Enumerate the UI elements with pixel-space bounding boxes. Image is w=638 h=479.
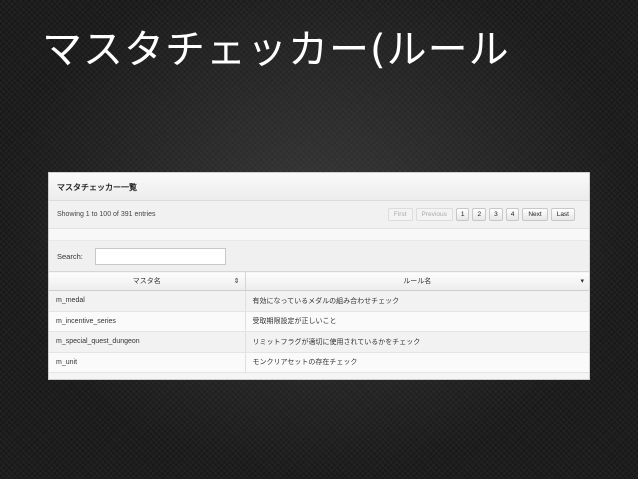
cell-rule: モンクリアセットの存在チェック xyxy=(245,352,589,373)
page-4-button[interactable]: 4 xyxy=(505,208,520,221)
panel-header: マスタチェッカー一覧 xyxy=(49,173,589,201)
cell-master: m_medal xyxy=(49,290,246,312)
page-1-button[interactable]: 1 xyxy=(455,208,470,221)
cell-master: m_special_quest_dungeon xyxy=(49,331,246,353)
page-3-button[interactable]: 3 xyxy=(489,208,503,221)
search-label: Search: xyxy=(57,251,83,261)
spacer xyxy=(49,229,589,241)
search-bar: Search: xyxy=(49,241,589,271)
previous-page-button[interactable]: Previous xyxy=(415,208,453,221)
table-row[interactable]: m_unit モンクリアセットの存在チェック xyxy=(49,352,589,373)
search-input[interactable] xyxy=(94,247,226,265)
master-table: マスタ名 ⇕ ルール名 ▾ m_medal 有効になっているメダルの組み合わせチ… xyxy=(49,271,589,373)
cell-rule: 有効になっているメダルの組み合わせチェック xyxy=(245,290,589,312)
column-header-master-label: マスタ名 xyxy=(132,278,161,285)
column-header-rule-label: ルール名 xyxy=(403,278,432,285)
sort-both-icon[interactable]: ⇕ xyxy=(234,277,240,285)
cell-rule: 受取期限設定が正しいこと xyxy=(245,311,589,332)
cell-rule: リミットフラグが適切に使用されているかをチェック xyxy=(245,331,589,353)
entries-info: Showing 1 to 100 of 391 entries xyxy=(57,211,156,218)
master-checker-panel: マスタチェッカー一覧 Showing 1 to 100 of 391 entri… xyxy=(48,172,590,380)
table-header-row: マスタ名 ⇕ ルール名 ▾ xyxy=(49,271,589,291)
column-header-rule[interactable]: ルール名 ▾ xyxy=(245,271,589,291)
table-info-bar: Showing 1 to 100 of 391 entries First Pr… xyxy=(49,201,589,229)
first-page-button[interactable]: First xyxy=(387,208,413,221)
last-page-button[interactable]: Last xyxy=(550,208,575,221)
table-row[interactable]: m_special_quest_dungeon リミットフラグが適切に使用されて… xyxy=(49,331,589,353)
next-page-button[interactable]: Next xyxy=(522,208,548,221)
column-header-master[interactable]: マスタ名 ⇕ xyxy=(49,271,246,291)
slide-title: マスタチェッカー(ルール xyxy=(42,27,510,73)
page-2-button[interactable]: 2 xyxy=(472,208,487,221)
cell-master: m_incentive_series xyxy=(49,311,246,332)
cell-master: m_unit xyxy=(49,352,246,373)
pagination: First Previous 1 2 3 4 Next Last xyxy=(387,208,575,221)
sort-desc-icon[interactable]: ▾ xyxy=(580,277,584,285)
table-row[interactable]: m_medal 有効になっているメダルの組み合わせチェック xyxy=(49,290,589,312)
table-row[interactable]: m_incentive_series 受取期限設定が正しいこと xyxy=(49,311,589,332)
